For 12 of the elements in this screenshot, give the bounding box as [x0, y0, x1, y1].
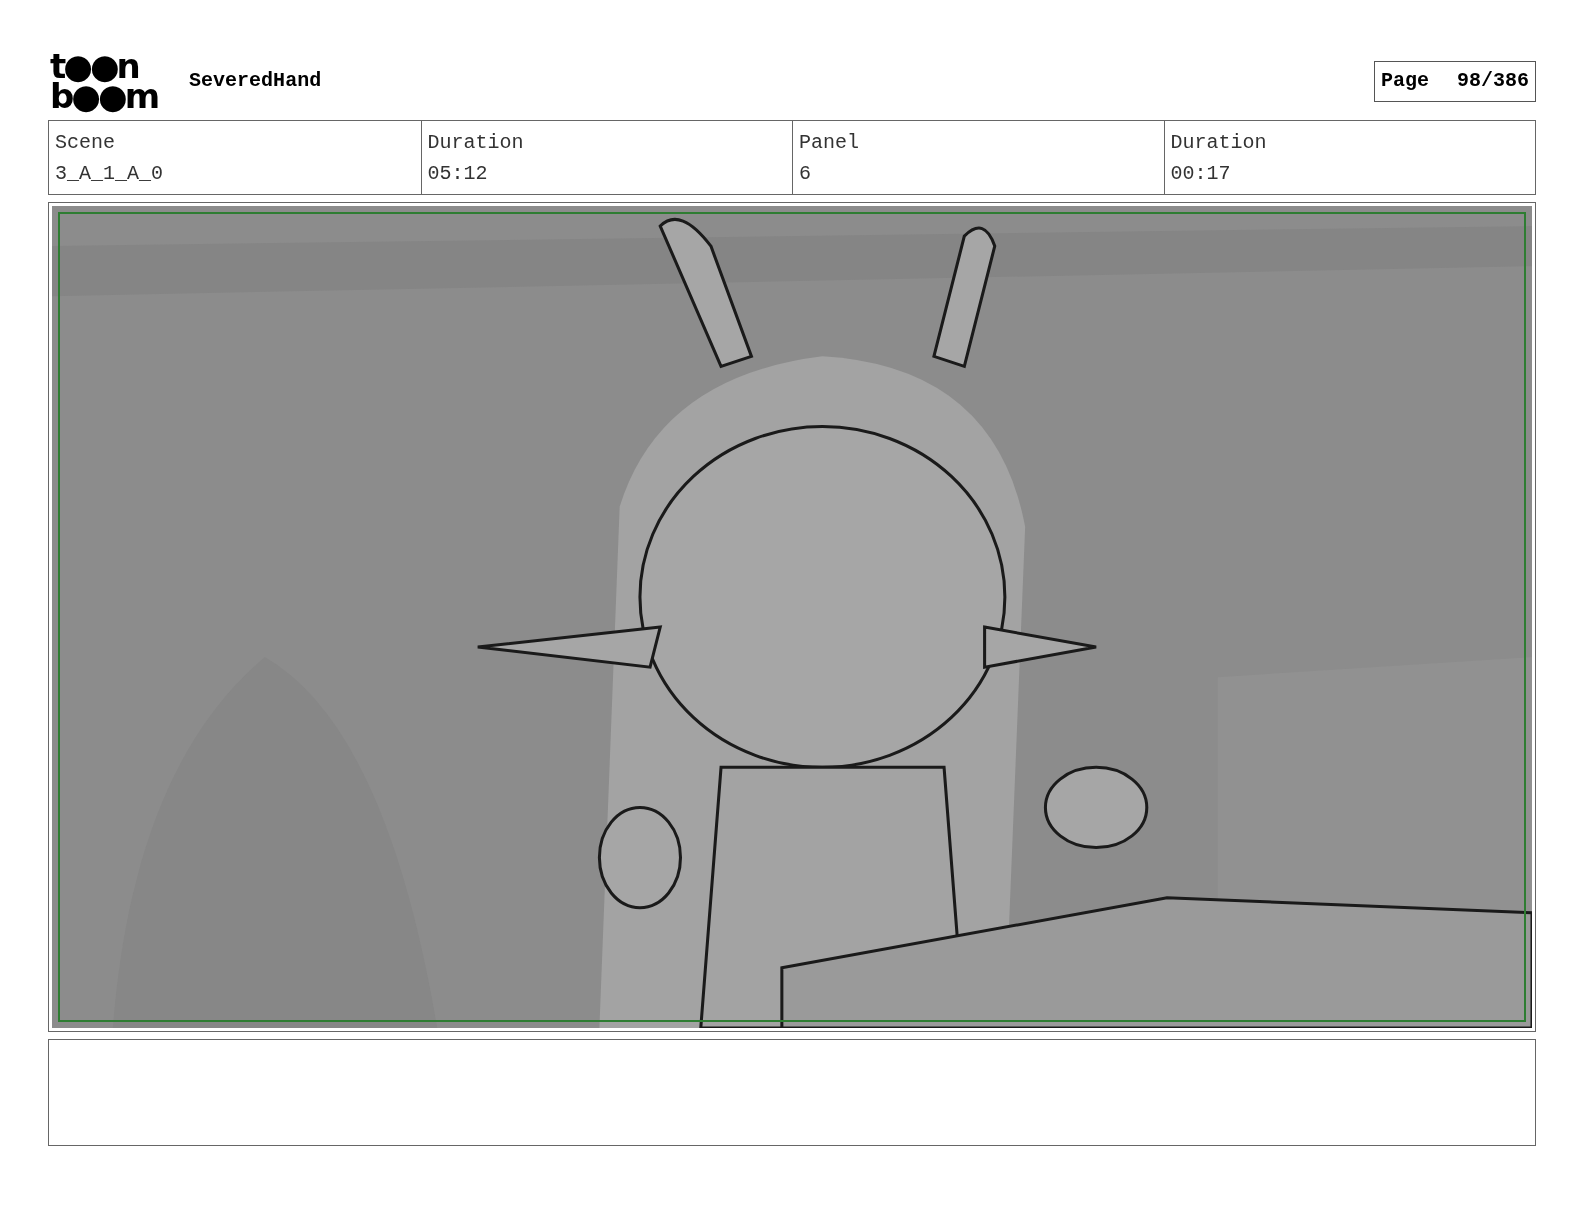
storyboard-title: SeveredHand [189, 68, 322, 94]
field-label: Panel [799, 130, 860, 156]
field-value: 3_A_1_A_0 [55, 161, 165, 187]
page-number: 98/386 [1457, 68, 1529, 94]
page-label: Page [1380, 68, 1429, 94]
field-label: Scene [55, 130, 116, 156]
logo: t●●n b●●m [50, 51, 159, 111]
field-value: 6 [799, 161, 812, 187]
field-value: 05:12 [427, 161, 489, 187]
field-value: 00:17 [1170, 161, 1232, 187]
field-label: Duration [427, 130, 525, 156]
field-label: Duration [1170, 130, 1268, 156]
